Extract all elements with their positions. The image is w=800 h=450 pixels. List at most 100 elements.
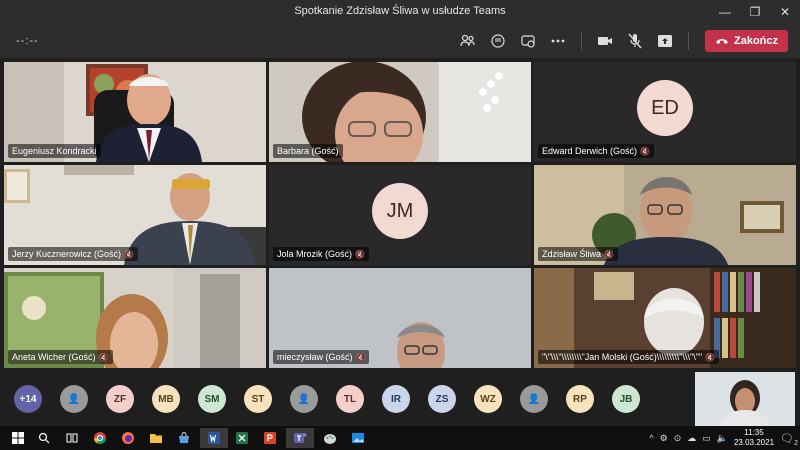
settings-gear-icon[interactable]: ⚙ [660, 433, 668, 444]
location-icon[interactable]: ⊙ [674, 433, 682, 444]
phone-hangup-icon [715, 39, 728, 44]
video-tile[interactable]: mieczysław (Gość) 🔇 [269, 268, 531, 368]
excel-icon[interactable] [228, 428, 256, 448]
participant-avatar[interactable]: MB [152, 385, 180, 413]
notification-count: 2 [794, 439, 798, 447]
paint-icon[interactable] [316, 428, 344, 448]
share-screen-icon[interactable] [652, 29, 678, 53]
participant-avatar[interactable]: ZF [106, 385, 134, 413]
mic-muted-icon: 🔇 [705, 352, 716, 362]
windows-logo-icon [12, 432, 24, 444]
start-button[interactable] [4, 428, 32, 448]
participant-name-tag: mieczysław (Gość) 🔇 [273, 350, 370, 364]
participant-avatar[interactable]: 👤 [520, 385, 548, 413]
photos-icon[interactable] [344, 428, 372, 448]
chevron-up-icon[interactable]: ^ [649, 433, 653, 443]
mic-muted-icon: 🔇 [604, 249, 614, 259]
video-tile[interactable]: Eugeniusz Kondracki [4, 62, 266, 162]
task-view-icon[interactable] [58, 428, 86, 448]
chat-icon[interactable] [485, 29, 511, 53]
toolbar-divider [580, 32, 582, 50]
video-tile[interactable]: Aneta Wicher (Gość) 🔇 [4, 268, 266, 368]
participant-name-tag: Edward Derwich (Gość) 🔇 [538, 144, 654, 158]
more-options-icon[interactable] [545, 29, 571, 53]
participant-name: Barbara (Gość) [277, 146, 339, 156]
participant-avatar[interactable]: 👤 [290, 385, 318, 413]
maximize-button[interactable]: ❐ [740, 0, 770, 24]
participant-name-tag: Jola Mrozik (Gość) 🔇 [273, 247, 369, 261]
participant-avatar[interactable]: SM [198, 385, 226, 413]
video-tile[interactable]: Barbara (Gość) [269, 62, 531, 162]
participants-icon[interactable] [455, 29, 481, 53]
participant-name: Eugeniusz Kondracki [12, 146, 97, 156]
mic-muted-icon: 🔇 [355, 249, 365, 259]
participant-name-tag: Barbara (Gość) [273, 144, 343, 158]
network-icon[interactable]: ▭ [702, 433, 711, 444]
self-view-video[interactable] [695, 372, 795, 426]
participant-roster-bar: +14 👤 ZF MB SM ST 👤 TL IR ZS WZ 👤 RP JB [0, 372, 800, 426]
participant-name-tag: Aneta Wicher (Gość) 🔇 [8, 350, 113, 364]
participant-name: Jerzy Kucznerowicz (Gość) [12, 249, 122, 259]
participant-name-tag: "\"\\\"\\\\\\\\"Jan Molski (Gość)\\\\\\\… [538, 350, 720, 364]
firefox-icon[interactable] [114, 428, 142, 448]
participant-name-tag: Zdzisław Śliwa 🔇 [538, 247, 618, 261]
participant-name: Aneta Wicher (Gość) [12, 352, 96, 362]
teams-icon[interactable] [286, 428, 314, 448]
participant-avatar[interactable]: 👤 [60, 385, 88, 413]
mic-muted-icon: 🔇 [124, 249, 134, 259]
store-icon[interactable] [170, 428, 198, 448]
window-controls: — ❐ ✕ [710, 0, 800, 24]
video-tile[interactable]: Zdzisław Śliwa 🔇 [534, 165, 796, 265]
close-window-button[interactable]: ✕ [770, 0, 800, 24]
video-tile[interactable]: Jerzy Kucznerowicz (Gość) 🔇 [4, 165, 266, 265]
video-grid: Eugeniusz Kondracki Barbara (Gość) ED Ed… [4, 62, 796, 368]
windows-taskbar: ^ ⚙ ⊙ ☁ ▭ 🔈 11:35 23.03.2021 🗨 2 [0, 426, 800, 450]
camera-icon[interactable] [592, 29, 618, 53]
minimize-button[interactable]: — [710, 0, 740, 24]
more-participants-button[interactable]: +14 [14, 385, 42, 413]
clock-date: 23.03.2021 [733, 438, 775, 447]
title-bar: Spotkanie Zdzisław Śliwa w usłudze Teams… [0, 0, 800, 24]
word-icon[interactable] [200, 428, 228, 448]
reactions-icon[interactable] [515, 29, 541, 53]
participant-avatar: ED [637, 80, 693, 136]
toolbar-divider [687, 32, 689, 50]
system-tray: ^ ⚙ ⊙ ☁ ▭ 🔈 11:35 23.03.2021 🗨 2 [649, 428, 798, 448]
meeting-toolbar: --:-- Zakończ [0, 24, 800, 58]
microphone-muted-icon[interactable] [622, 29, 648, 53]
participant-avatar: JM [372, 183, 428, 239]
participant-avatar[interactable]: ZS [428, 385, 456, 413]
mic-muted-icon: 🔇 [640, 146, 650, 156]
participant-avatar[interactable]: WZ [474, 385, 502, 413]
search-icon[interactable] [30, 428, 58, 448]
meeting-controls: Zakończ [455, 29, 788, 53]
chrome-icon[interactable] [86, 428, 114, 448]
video-tile[interactable]: JM Jola Mrozik (Gość) 🔇 [269, 165, 531, 265]
onedrive-icon[interactable]: ☁ [687, 433, 696, 444]
participant-name: Edward Derwich (Gość) [542, 146, 638, 156]
participant-roster: +14 👤 ZF MB SM ST 👤 TL IR ZS WZ 👤 RP JB [14, 385, 640, 413]
file-explorer-icon[interactable] [142, 428, 170, 448]
leave-meeting-label: Zakończ [733, 35, 778, 47]
participant-name: Zdzisław Śliwa [542, 249, 602, 259]
self-view-image [695, 372, 795, 426]
mic-muted-icon: 🔇 [98, 352, 109, 362]
participant-avatar[interactable]: TL [336, 385, 364, 413]
participant-avatar[interactable]: ST [244, 385, 272, 413]
notifications-icon[interactable]: 🗨 2 [780, 432, 798, 447]
powerpoint-icon[interactable] [256, 428, 284, 448]
window-title: Spotkanie Zdzisław Śliwa w usłudze Teams [294, 5, 506, 17]
volume-icon[interactable]: 🔈 [717, 433, 728, 444]
clock[interactable]: 11:35 23.03.2021 [734, 428, 774, 448]
participant-name: Jola Mrozik (Gość) [277, 249, 353, 259]
participant-avatar[interactable]: RP [566, 385, 594, 413]
meeting-timer: --:-- [16, 35, 39, 47]
video-tile[interactable]: ED Edward Derwich (Gość) 🔇 [534, 62, 796, 162]
participant-avatar[interactable]: IR [382, 385, 410, 413]
video-tile[interactable]: "\"\\\"\\\\\\\\"Jan Molski (Gość)\\\\\\\… [534, 268, 796, 368]
clock-time: 11:35 [744, 428, 764, 437]
participant-avatar[interactable]: JB [612, 385, 640, 413]
participant-name-tag: Jerzy Kucznerowicz (Gość) 🔇 [8, 247, 138, 261]
leave-meeting-button[interactable]: Zakończ [704, 30, 788, 52]
participant-name-tag: Eugeniusz Kondracki [8, 144, 101, 158]
